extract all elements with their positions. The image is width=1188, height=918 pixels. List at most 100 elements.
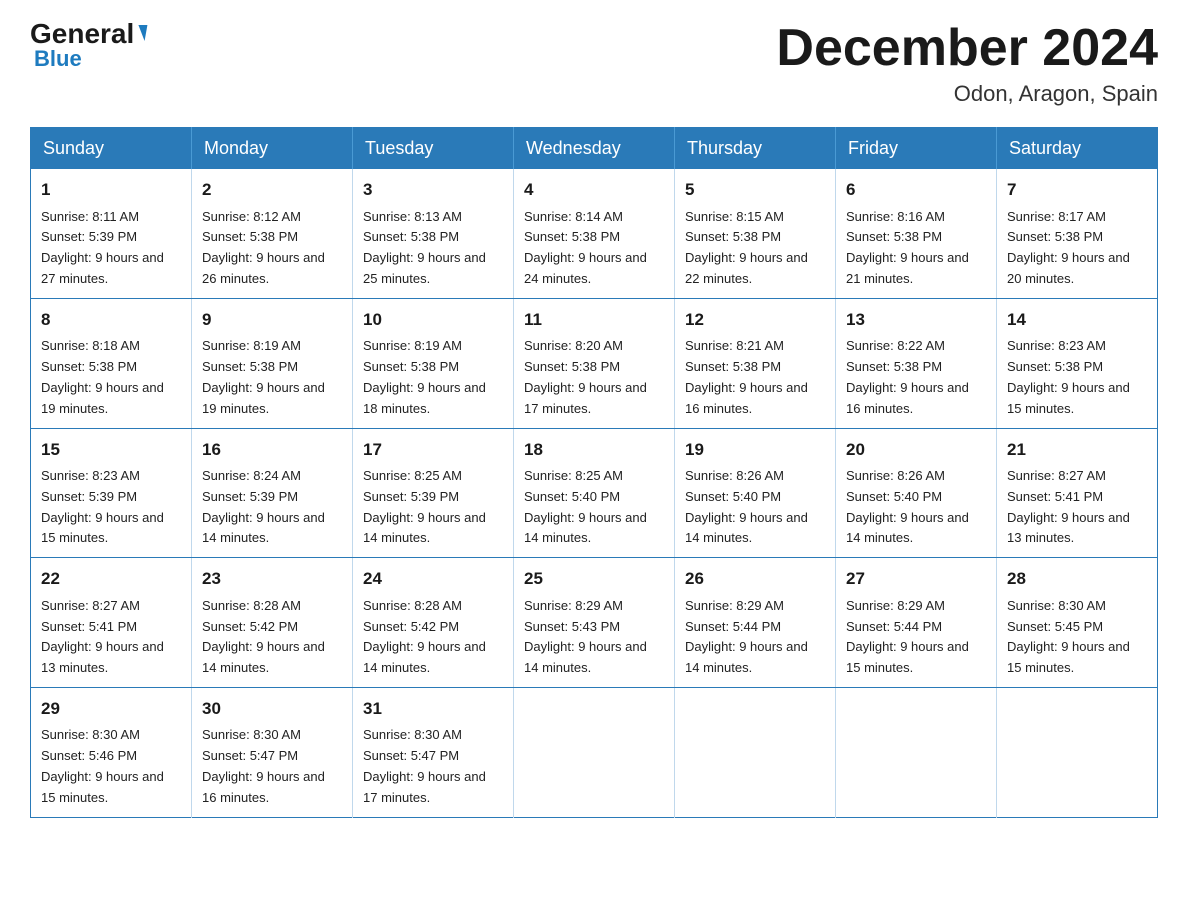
- calendar-cell: 5 Sunrise: 8:15 AMSunset: 5:38 PMDayligh…: [675, 169, 836, 298]
- day-info: Sunrise: 8:28 AMSunset: 5:42 PMDaylight:…: [363, 598, 486, 675]
- day-info: Sunrise: 8:19 AMSunset: 5:38 PMDaylight:…: [202, 338, 325, 415]
- calendar-cell: 20 Sunrise: 8:26 AMSunset: 5:40 PMDaylig…: [836, 428, 997, 558]
- day-number: 5: [685, 177, 825, 203]
- calendar-cell: 12 Sunrise: 8:21 AMSunset: 5:38 PMDaylig…: [675, 298, 836, 428]
- day-info: Sunrise: 8:23 AMSunset: 5:38 PMDaylight:…: [1007, 338, 1130, 415]
- day-info: Sunrise: 8:29 AMSunset: 5:44 PMDaylight:…: [846, 598, 969, 675]
- day-number: 21: [1007, 437, 1147, 463]
- day-info: Sunrise: 8:20 AMSunset: 5:38 PMDaylight:…: [524, 338, 647, 415]
- calendar-cell: 3 Sunrise: 8:13 AMSunset: 5:38 PMDayligh…: [353, 169, 514, 298]
- calendar-cell: 9 Sunrise: 8:19 AMSunset: 5:38 PMDayligh…: [192, 298, 353, 428]
- day-info: Sunrise: 8:27 AMSunset: 5:41 PMDaylight:…: [41, 598, 164, 675]
- weekday-header-tuesday: Tuesday: [353, 128, 514, 170]
- day-number: 24: [363, 566, 503, 592]
- day-info: Sunrise: 8:23 AMSunset: 5:39 PMDaylight:…: [41, 468, 164, 545]
- day-number: 19: [685, 437, 825, 463]
- logo-general: General: [30, 18, 134, 49]
- day-info: Sunrise: 8:16 AMSunset: 5:38 PMDaylight:…: [846, 209, 969, 286]
- day-info: Sunrise: 8:19 AMSunset: 5:38 PMDaylight:…: [363, 338, 486, 415]
- calendar-cell: 24 Sunrise: 8:28 AMSunset: 5:42 PMDaylig…: [353, 558, 514, 688]
- day-number: 9: [202, 307, 342, 333]
- day-number: 7: [1007, 177, 1147, 203]
- calendar-cell: 30 Sunrise: 8:30 AMSunset: 5:47 PMDaylig…: [192, 687, 353, 817]
- day-number: 23: [202, 566, 342, 592]
- day-number: 20: [846, 437, 986, 463]
- day-number: 3: [363, 177, 503, 203]
- calendar-week-row: 22 Sunrise: 8:27 AMSunset: 5:41 PMDaylig…: [31, 558, 1158, 688]
- day-number: 28: [1007, 566, 1147, 592]
- calendar-cell: [836, 687, 997, 817]
- day-info: Sunrise: 8:18 AMSunset: 5:38 PMDaylight:…: [41, 338, 164, 415]
- day-info: Sunrise: 8:11 AMSunset: 5:39 PMDaylight:…: [41, 209, 164, 286]
- calendar-week-row: 8 Sunrise: 8:18 AMSunset: 5:38 PMDayligh…: [31, 298, 1158, 428]
- weekday-header-friday: Friday: [836, 128, 997, 170]
- day-number: 15: [41, 437, 181, 463]
- calendar-cell: 11 Sunrise: 8:20 AMSunset: 5:38 PMDaylig…: [514, 298, 675, 428]
- day-number: 16: [202, 437, 342, 463]
- day-info: Sunrise: 8:28 AMSunset: 5:42 PMDaylight:…: [202, 598, 325, 675]
- day-number: 14: [1007, 307, 1147, 333]
- calendar-cell: 14 Sunrise: 8:23 AMSunset: 5:38 PMDaylig…: [997, 298, 1158, 428]
- day-info: Sunrise: 8:26 AMSunset: 5:40 PMDaylight:…: [685, 468, 808, 545]
- calendar-cell: 6 Sunrise: 8:16 AMSunset: 5:38 PMDayligh…: [836, 169, 997, 298]
- calendar-title: December 2024: [776, 20, 1158, 77]
- day-number: 29: [41, 696, 181, 722]
- day-info: Sunrise: 8:30 AMSunset: 5:45 PMDaylight:…: [1007, 598, 1130, 675]
- day-number: 13: [846, 307, 986, 333]
- day-info: Sunrise: 8:13 AMSunset: 5:38 PMDaylight:…: [363, 209, 486, 286]
- page-header: General Blue December 2024 Odon, Aragon,…: [30, 20, 1158, 107]
- calendar-week-row: 29 Sunrise: 8:30 AMSunset: 5:46 PMDaylig…: [31, 687, 1158, 817]
- calendar-subtitle: Odon, Aragon, Spain: [776, 81, 1158, 107]
- day-number: 11: [524, 307, 664, 333]
- day-info: Sunrise: 8:25 AMSunset: 5:40 PMDaylight:…: [524, 468, 647, 545]
- day-number: 6: [846, 177, 986, 203]
- calendar-cell: 18 Sunrise: 8:25 AMSunset: 5:40 PMDaylig…: [514, 428, 675, 558]
- day-number: 25: [524, 566, 664, 592]
- calendar-week-row: 1 Sunrise: 8:11 AMSunset: 5:39 PMDayligh…: [31, 169, 1158, 298]
- day-number: 26: [685, 566, 825, 592]
- calendar-cell: 17 Sunrise: 8:25 AMSunset: 5:39 PMDaylig…: [353, 428, 514, 558]
- logo-blue: Blue: [34, 46, 82, 72]
- calendar-table: SundayMondayTuesdayWednesdayThursdayFrid…: [30, 127, 1158, 817]
- day-info: Sunrise: 8:12 AMSunset: 5:38 PMDaylight:…: [202, 209, 325, 286]
- day-number: 17: [363, 437, 503, 463]
- day-number: 4: [524, 177, 664, 203]
- day-number: 31: [363, 696, 503, 722]
- day-info: Sunrise: 8:15 AMSunset: 5:38 PMDaylight:…: [685, 209, 808, 286]
- calendar-cell: 8 Sunrise: 8:18 AMSunset: 5:38 PMDayligh…: [31, 298, 192, 428]
- calendar-cell: 13 Sunrise: 8:22 AMSunset: 5:38 PMDaylig…: [836, 298, 997, 428]
- day-info: Sunrise: 8:22 AMSunset: 5:38 PMDaylight:…: [846, 338, 969, 415]
- calendar-cell: 22 Sunrise: 8:27 AMSunset: 5:41 PMDaylig…: [31, 558, 192, 688]
- calendar-cell: 10 Sunrise: 8:19 AMSunset: 5:38 PMDaylig…: [353, 298, 514, 428]
- day-info: Sunrise: 8:29 AMSunset: 5:43 PMDaylight:…: [524, 598, 647, 675]
- day-info: Sunrise: 8:21 AMSunset: 5:38 PMDaylight:…: [685, 338, 808, 415]
- weekday-header-saturday: Saturday: [997, 128, 1158, 170]
- calendar-cell: 21 Sunrise: 8:27 AMSunset: 5:41 PMDaylig…: [997, 428, 1158, 558]
- day-number: 30: [202, 696, 342, 722]
- day-info: Sunrise: 8:27 AMSunset: 5:41 PMDaylight:…: [1007, 468, 1130, 545]
- calendar-cell: [514, 687, 675, 817]
- day-info: Sunrise: 8:30 AMSunset: 5:47 PMDaylight:…: [202, 727, 325, 804]
- logo-text: General: [30, 20, 146, 48]
- day-info: Sunrise: 8:30 AMSunset: 5:47 PMDaylight:…: [363, 727, 486, 804]
- calendar-cell: 2 Sunrise: 8:12 AMSunset: 5:38 PMDayligh…: [192, 169, 353, 298]
- calendar-cell: [997, 687, 1158, 817]
- calendar-cell: 28 Sunrise: 8:30 AMSunset: 5:45 PMDaylig…: [997, 558, 1158, 688]
- calendar-cell: [675, 687, 836, 817]
- calendar-cell: 19 Sunrise: 8:26 AMSunset: 5:40 PMDaylig…: [675, 428, 836, 558]
- calendar-cell: 7 Sunrise: 8:17 AMSunset: 5:38 PMDayligh…: [997, 169, 1158, 298]
- calendar-cell: 23 Sunrise: 8:28 AMSunset: 5:42 PMDaylig…: [192, 558, 353, 688]
- weekday-header-sunday: Sunday: [31, 128, 192, 170]
- weekday-header-thursday: Thursday: [675, 128, 836, 170]
- title-area: December 2024 Odon, Aragon, Spain: [776, 20, 1158, 107]
- calendar-cell: 25 Sunrise: 8:29 AMSunset: 5:43 PMDaylig…: [514, 558, 675, 688]
- calendar-cell: 1 Sunrise: 8:11 AMSunset: 5:39 PMDayligh…: [31, 169, 192, 298]
- calendar-cell: 26 Sunrise: 8:29 AMSunset: 5:44 PMDaylig…: [675, 558, 836, 688]
- logo: General Blue: [30, 20, 146, 72]
- day-number: 18: [524, 437, 664, 463]
- day-info: Sunrise: 8:30 AMSunset: 5:46 PMDaylight:…: [41, 727, 164, 804]
- day-info: Sunrise: 8:24 AMSunset: 5:39 PMDaylight:…: [202, 468, 325, 545]
- calendar-cell: 16 Sunrise: 8:24 AMSunset: 5:39 PMDaylig…: [192, 428, 353, 558]
- calendar-cell: 31 Sunrise: 8:30 AMSunset: 5:47 PMDaylig…: [353, 687, 514, 817]
- calendar-cell: 27 Sunrise: 8:29 AMSunset: 5:44 PMDaylig…: [836, 558, 997, 688]
